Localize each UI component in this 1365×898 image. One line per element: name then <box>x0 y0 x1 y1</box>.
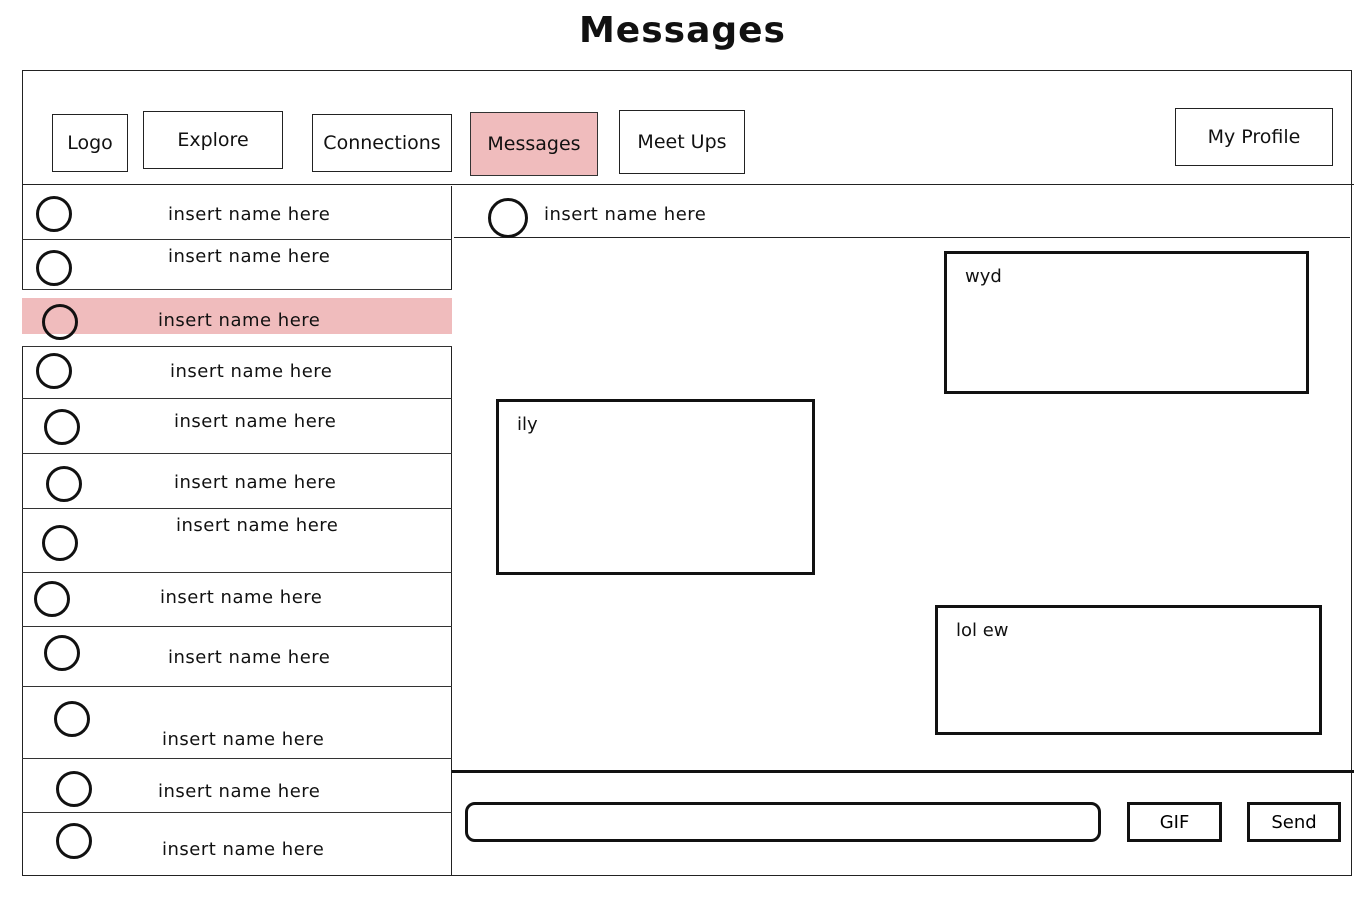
conversation-name: insert name here <box>168 647 331 668</box>
conversation-item[interactable]: insert name here <box>22 573 452 627</box>
conversation-item[interactable]: insert name here <box>22 186 452 240</box>
avatar-icon <box>44 409 80 445</box>
nav-messages[interactable]: Messages <box>470 112 598 176</box>
gif-button[interactable]: GIF <box>1127 802 1222 842</box>
conversation-name: insert name here <box>158 310 321 331</box>
chat-header: insert name here <box>454 186 1350 238</box>
conversation-name: insert name here <box>174 472 337 493</box>
avatar-icon <box>56 823 92 859</box>
composer-divider <box>452 770 1354 773</box>
nav-meetups[interactable]: Meet Ups <box>619 110 745 174</box>
nav-connections[interactable]: Connections <box>312 114 452 172</box>
logo[interactable]: Logo <box>52 114 128 172</box>
conversation-item[interactable]: insert name here <box>22 399 452 454</box>
conversation-name: insert name here <box>168 246 331 267</box>
message-bubble-received: ily <box>496 399 815 575</box>
conversation-name: insert name here <box>170 361 333 382</box>
conversation-name: insert name here <box>174 411 337 432</box>
topbar-divider <box>22 184 1354 185</box>
conversation-name: insert name here <box>162 839 325 860</box>
conversation-item[interactable]: insert name here <box>22 813 452 876</box>
avatar-icon <box>56 771 92 807</box>
nav-my-profile[interactable]: My Profile <box>1175 108 1333 166</box>
conversation-item[interactable]: insert name here <box>22 454 452 509</box>
message-bubble-sent: wyd <box>944 251 1309 394</box>
conversation-name: insert name here <box>158 781 321 802</box>
avatar-icon <box>36 250 72 286</box>
nav-explore[interactable]: Explore <box>143 111 283 169</box>
conversation-name: insert name here <box>160 587 323 608</box>
avatar-icon <box>46 466 82 502</box>
conversation-item[interactable]: insert name here <box>22 240 452 290</box>
conversation-item[interactable]: insert name here <box>22 347 452 399</box>
avatar-icon <box>44 635 80 671</box>
avatar-icon <box>34 581 70 617</box>
avatar-icon <box>488 198 528 238</box>
conversation-item[interactable]: insert name here <box>22 687 452 759</box>
avatar-icon <box>42 525 78 561</box>
conversation-item[interactable]: insert name here <box>22 627 452 687</box>
chat-contact-name: insert name here <box>544 204 707 225</box>
conversation-item[interactable]: insert name here <box>22 759 452 813</box>
avatar-icon <box>36 353 72 389</box>
conversation-name: insert name here <box>168 204 331 225</box>
conversation-item[interactable]: insert name here <box>22 509 452 573</box>
message-input[interactable] <box>465 802 1101 842</box>
conversation-name: insert name here <box>162 729 325 750</box>
conversation-name: insert name here <box>176 515 339 536</box>
conversation-item-selected[interactable]: insert name here <box>22 290 452 347</box>
message-bubble-sent: lol ew <box>935 605 1322 735</box>
page-title: Messages <box>578 10 786 51</box>
conversation-list: insert name here insert name here insert… <box>22 186 452 876</box>
avatar-icon <box>42 304 78 340</box>
avatar-icon <box>36 196 72 232</box>
avatar-icon <box>54 701 90 737</box>
send-button[interactable]: Send <box>1247 802 1341 842</box>
